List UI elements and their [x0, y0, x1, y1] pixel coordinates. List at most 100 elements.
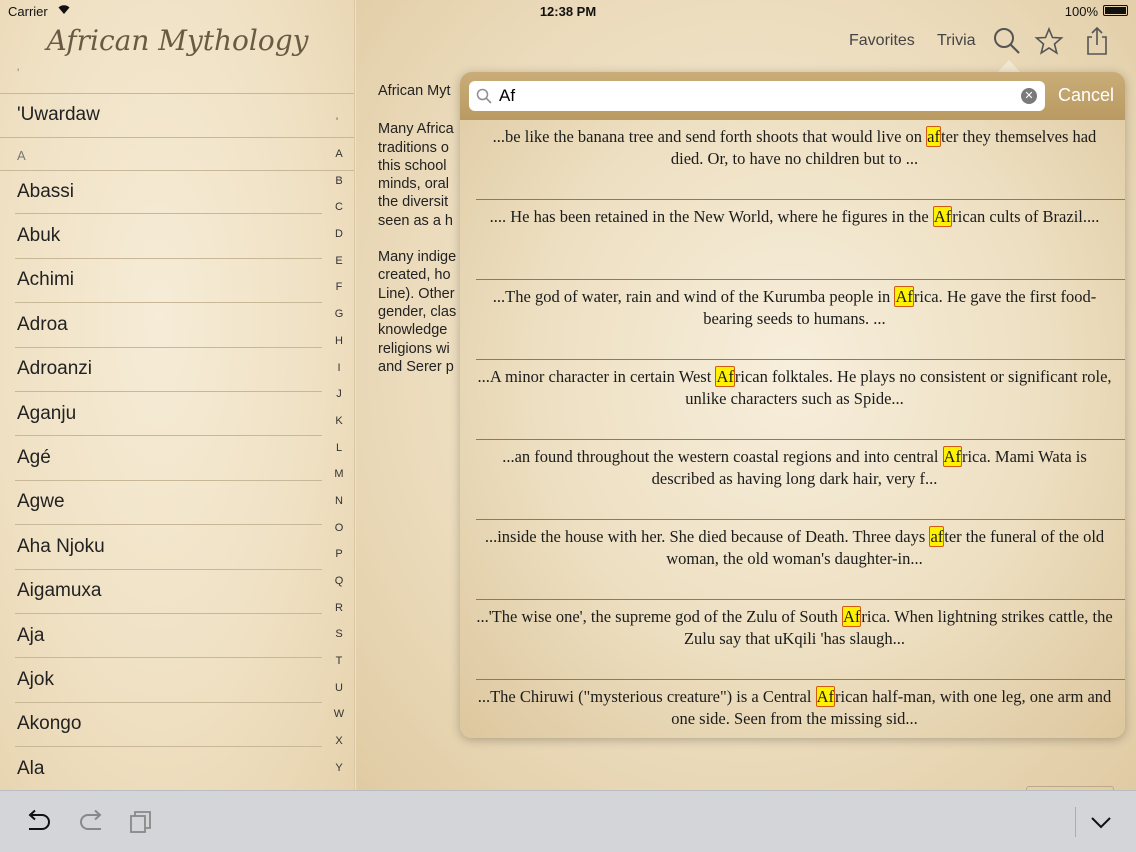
index-letter[interactable]: F: [329, 279, 349, 306]
sidebar-item-aja[interactable]: Aja: [15, 614, 322, 659]
article-line: Line). Other: [378, 285, 455, 302]
article-line: religions wi: [378, 340, 450, 357]
index-letter[interactable]: J: [329, 386, 349, 413]
search-icon[interactable]: [992, 26, 1022, 56]
index-letter[interactable]: H: [329, 333, 349, 360]
cancel-button[interactable]: Cancel: [1058, 85, 1114, 106]
redo-icon[interactable]: [76, 809, 106, 835]
index-letter[interactable]: G: [329, 306, 349, 333]
search-result[interactable]: ...an found throughout the western coast…: [476, 440, 1125, 520]
app-title: African Mythology: [46, 24, 309, 57]
search-result[interactable]: ...be like the banana tree and send fort…: [476, 120, 1125, 200]
article-line: Many indige: [378, 249, 457, 266]
sidebar-item-aha-njoku[interactable]: Aha Njoku: [15, 525, 322, 570]
sidebar-list: Abassi Abuk Achimi Adroa Adroanzi Aganju…: [0, 170, 322, 790]
trivia-button[interactable]: Trivia: [937, 32, 976, 50]
section-index[interactable]: A B C D E F G H I J K L M N O P Q R S T …: [329, 146, 349, 787]
copy-icon[interactable]: [127, 809, 157, 835]
section-header-a: A: [17, 148, 26, 163]
navbar-actions: Favorites Trivia: [356, 22, 1136, 62]
sidebar-item-agwe[interactable]: Agwe: [15, 481, 322, 526]
result-text: .... He has been retained in the New Wor…: [489, 207, 933, 226]
index-apostrophe[interactable]: ': [336, 116, 338, 128]
result-text: rican folktales. He plays no consistent …: [685, 367, 1112, 408]
sidebar-item-age[interactable]: Agé: [15, 436, 322, 481]
status-bar: Carrier 12:38 PM 100%: [0, 0, 1136, 22]
result-match-highlight: Af: [842, 606, 862, 627]
article-line: the diversit: [378, 194, 449, 211]
status-time: 12:38 PM: [539, 4, 597, 19]
index-letter[interactable]: A: [329, 146, 349, 173]
share-icon[interactable]: [1082, 26, 1112, 56]
sidebar-item-akongo[interactable]: Akongo: [15, 703, 322, 748]
sidebar-item-aganju[interactable]: Aganju: [15, 392, 322, 437]
index-letter[interactable]: W: [329, 706, 349, 733]
sidebar-item-ala[interactable]: Ala: [15, 747, 322, 790]
clear-search-icon[interactable]: ✕: [1021, 88, 1037, 104]
result-text: ...The god of water, rain and wind of th…: [492, 287, 895, 306]
section-header-apostrophe: ': [17, 66, 20, 80]
chevron-down-icon[interactable]: [1087, 809, 1117, 835]
article-line: traditions o: [378, 139, 449, 156]
index-letter[interactable]: D: [329, 226, 349, 253]
index-letter[interactable]: X: [329, 733, 349, 760]
search-result[interactable]: ...The Chiruwi ("mysterious creature") i…: [476, 680, 1125, 738]
index-letter[interactable]: M: [329, 466, 349, 493]
sidebar-item-adroa[interactable]: Adroa: [15, 303, 322, 348]
search-input[interactable]: [499, 85, 1019, 107]
result-match-highlight: Af: [942, 446, 962, 467]
favorites-button[interactable]: Favorites: [849, 32, 915, 50]
sidebar-item-adroanzi[interactable]: Adroanzi: [15, 348, 322, 392]
search-result[interactable]: ...The god of water, rain and wind of th…: [476, 280, 1125, 360]
index-letter[interactable]: C: [329, 199, 349, 226]
index-letter[interactable]: N: [329, 493, 349, 520]
search-icon: [476, 88, 492, 104]
sidebar: African Mythology ' 'Uwardaw ' A Abassi …: [0, 0, 355, 790]
result-match-highlight: Af: [932, 206, 953, 227]
result-text: ...A minor character in certain West: [477, 367, 716, 386]
index-letter[interactable]: K: [329, 413, 349, 440]
index-letter[interactable]: T: [329, 653, 349, 680]
search-result[interactable]: .... He has been retained in the New Wor…: [476, 200, 1125, 280]
sidebar-item-uwardaw[interactable]: 'Uwardaw: [17, 104, 100, 126]
index-letter[interactable]: Q: [329, 573, 349, 600]
search-popover: ✕ Cancel ...be like the banana tree and …: [460, 72, 1125, 738]
result-text: ...The Chiruwi ("mysterious creature") i…: [477, 687, 816, 706]
sidebar-item-ajok[interactable]: Ajok: [15, 658, 322, 703]
index-letter[interactable]: S: [329, 626, 349, 653]
undo-icon[interactable]: [24, 809, 54, 835]
search-bar: ✕ Cancel: [460, 72, 1125, 120]
sidebar-item-achimi[interactable]: Achimi: [15, 259, 322, 304]
search-result[interactable]: ...inside the house with her. She died b…: [476, 520, 1125, 600]
index-letter[interactable]: U: [329, 680, 349, 707]
divider: [0, 93, 354, 94]
result-match-highlight: Af: [815, 686, 835, 707]
result-text: ...an found throughout the western coast…: [502, 447, 943, 466]
index-letter[interactable]: E: [329, 253, 349, 280]
index-letter[interactable]: B: [329, 173, 349, 200]
sidebar-item-aigamuxa[interactable]: Aigamuxa: [15, 570, 322, 614]
search-field-container: ✕: [469, 81, 1045, 111]
result-match-highlight: Af: [715, 366, 735, 387]
index-letter[interactable]: Y: [329, 760, 349, 787]
sidebar-item-abuk[interactable]: Abuk: [15, 214, 322, 259]
index-letter[interactable]: R: [329, 600, 349, 627]
index-letter[interactable]: I: [329, 360, 349, 387]
result-match-highlight: Af: [894, 286, 914, 307]
article-line: minds, oral: [378, 176, 449, 193]
search-result[interactable]: ...A minor character in certain West Afr…: [476, 360, 1125, 440]
star-icon[interactable]: [1034, 26, 1064, 56]
result-match-highlight: af: [926, 126, 941, 147]
index-letter[interactable]: P: [329, 546, 349, 573]
article-line: and Serer p: [378, 358, 454, 375]
index-letter[interactable]: O: [329, 520, 349, 547]
search-result[interactable]: ...'The wise one', the supreme god of th…: [476, 600, 1125, 680]
result-text: ...inside the house with her. She died b…: [484, 527, 930, 546]
article-line: created, ho: [378, 267, 451, 284]
search-results: ...be like the banana tree and send fort…: [460, 120, 1125, 738]
article-line: this school: [378, 157, 447, 174]
battery-percent: 100%: [1064, 4, 1098, 19]
index-letter[interactable]: L: [329, 440, 349, 467]
sidebar-item-abassi[interactable]: Abassi: [15, 170, 322, 215]
result-match-highlight: af: [929, 526, 945, 547]
